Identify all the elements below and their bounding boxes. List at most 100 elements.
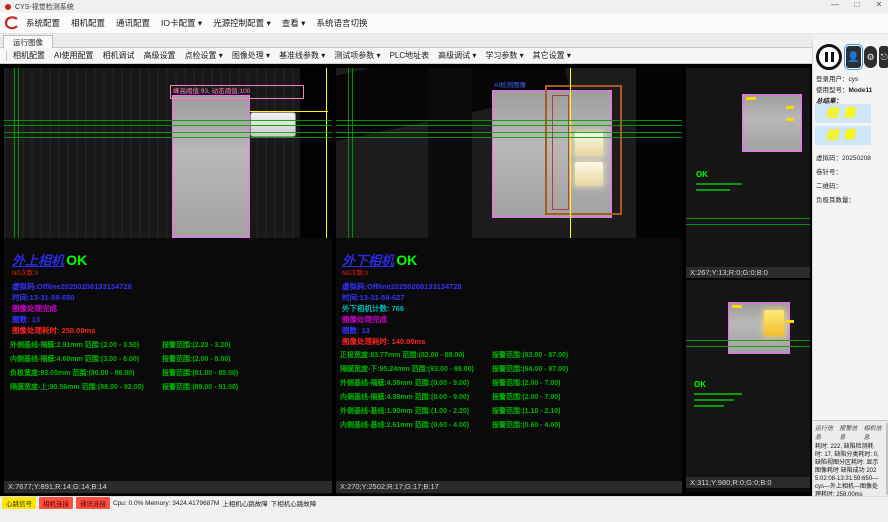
left-measurements: 外侧基线-隔膜:2.91mm 范围:(2.00 - 3.50) 报警范围:(2.2… xyxy=(10,340,330,396)
login-user-row: 登录用户：cys xyxy=(816,73,858,83)
left-ng-note: NG次数:0 xyxy=(12,268,87,277)
toolbar-baseline-params[interactable]: 基准线参数 ▾ xyxy=(279,50,325,61)
center-virtual-code: 虚拟码:Offline20250208133134728 xyxy=(342,281,462,292)
pause-button[interactable] xyxy=(816,44,842,70)
toolbar-spot-check-settings[interactable]: 点检设置 ▾ xyxy=(185,50,223,61)
tab-run-image[interactable]: 运行图像 xyxy=(3,35,53,49)
person-icon: 👤 xyxy=(847,52,859,63)
right-bottom-image[interactable]: OK xyxy=(686,280,810,477)
menu-item-io-config[interactable]: IO卡配置 ▾ xyxy=(161,17,202,29)
green-measure-line xyxy=(4,132,332,133)
green-guide-line xyxy=(18,68,19,238)
user-button[interactable]: 👤 xyxy=(846,46,861,68)
alarm-range: 报警范围:(1.10 - 2.10) xyxy=(492,406,560,416)
left-coordinate-readout: X:7677;Y:891;R:14;G:14;B:14 xyxy=(4,481,332,493)
statusbar: 心跳信号 相机连接 通讯连接 Cpu: 0.0% Memory: 3424.41… xyxy=(0,496,888,509)
measurement-text: 外侧基线-隔膜:4.38mm 范围:(0.00 - 9.00) xyxy=(340,380,469,387)
measurement-row: 内侧基线-基线:2.61mm 范围:(0.60 - 4.00)报警范围:(0.6… xyxy=(340,420,680,434)
toolbar: 相机配置 AI使用配置 相机调试 高级设置 点检设置 ▾ 图像处理 ▾ 基准线参… xyxy=(0,48,812,64)
left-process-done: 图像处理完成 xyxy=(12,303,57,314)
toolbar-test-item-params[interactable]: 测试项参数 ▾ xyxy=(334,50,380,61)
center-turn-count: 圈数: 13 xyxy=(342,325,370,336)
toolbar-learning-params[interactable]: 学习参数 ▾ xyxy=(485,50,523,61)
measurement-text: 内侧基线-基线:2.61mm 范围:(0.60 - 4.00) xyxy=(340,422,469,429)
info-tab-run[interactable]: 运行信息 xyxy=(815,423,835,441)
green-measure-line xyxy=(686,346,810,347)
measurement-text: 内侧基线-隔膜:4.38mm 范围:(0.00 - 9.00) xyxy=(340,394,469,401)
virtual-code-label: 虚拟码： xyxy=(816,155,842,162)
center-ok-status: OK xyxy=(396,252,417,268)
toolbar-image-processing[interactable]: 图像处理 ▾ xyxy=(232,50,270,61)
toolbar-camera-debug[interactable]: 相机调试 xyxy=(103,50,135,61)
virtual-code-row: 虚拟码：20250208 xyxy=(816,152,871,162)
left-camera-title: 外上相机 xyxy=(12,253,64,268)
mini-text-line xyxy=(696,183,742,185)
measurement-text: 外侧基线-隔膜:2.91mm 范围:(2.00 - 3.50) xyxy=(10,342,139,349)
right-bottom-status: OK xyxy=(694,380,742,407)
pin-number-label: 卷针号： xyxy=(816,169,842,176)
left-process-cost: 图像处理耗时: 258.00ms xyxy=(12,325,95,336)
info-tab-camera[interactable]: 相机信息 xyxy=(864,423,884,441)
menu-item-system-config[interactable]: 系统配置 xyxy=(26,17,60,29)
alarm-range: 报警范围:(2.20 - 3.20) xyxy=(162,340,230,350)
mini-text-line xyxy=(694,399,734,401)
edge-detect-region xyxy=(552,95,569,210)
brand-logo-icon xyxy=(4,15,20,31)
measurement-text: 隔膜宽度-上:90.56mm 范围:(88.00 - 92.00) xyxy=(10,384,144,391)
maximize-button[interactable]: □ xyxy=(850,0,864,9)
measurement-row: 内侧基线-隔膜:4.38mm 范围:(0.00 - 9.00)报警范围:(2.0… xyxy=(340,392,680,406)
toolbar-ai-usage-config[interactable]: AI使用配置 xyxy=(54,50,94,61)
menu-item-comm-config[interactable]: 通讯配置 xyxy=(116,17,150,29)
yellow-edge-line xyxy=(570,68,571,238)
minimize-button[interactable]: — xyxy=(828,0,842,9)
right-top-image[interactable]: OK xyxy=(686,68,810,267)
center-camera-image[interactable]: AI检测图像 xyxy=(336,68,682,238)
mini-text-line xyxy=(694,393,742,395)
exit-door-icon: ⎋ xyxy=(880,52,887,63)
top-camera-status-text: 上相机心跳故障 xyxy=(222,498,268,508)
toolbar-plc-address-table[interactable]: PLC地址表 xyxy=(390,50,430,61)
roi-threshold-box: 峰高阈值:93, 动态阈值:100 xyxy=(170,85,304,99)
right-top-coordinate-readout: X:267;Y:13;R:0;G:0;B:0 xyxy=(686,267,810,278)
result-box-top: 结果 xyxy=(815,104,871,123)
menu-item-view[interactable]: 查看 ▾ xyxy=(282,17,306,29)
metal-tab-highlight xyxy=(575,132,603,156)
left-result-block: 外上相机 OK NG次数:0 xyxy=(12,250,87,277)
bottom-camera-status-text: 下相机心跳故障 xyxy=(271,498,317,508)
right-top-view: OK X:267;Y:13;R:0;G:0;B:0 xyxy=(686,68,810,278)
menu-item-light-control-config[interactable]: 光源控制配置 ▾ xyxy=(213,17,271,29)
app-icon xyxy=(4,3,12,11)
green-measure-line xyxy=(686,340,810,341)
tabbar: 运行图像 xyxy=(0,34,812,48)
green-guide-line xyxy=(14,68,15,238)
switch-model-button[interactable]: ⚙ xyxy=(864,46,877,68)
green-measure-line xyxy=(686,224,810,225)
alarm-range: 报警范围:(2.00 - 7.00) xyxy=(492,378,560,388)
toolbar-camera-config[interactable]: 相机配置 xyxy=(13,50,45,61)
yellow-tab-highlight xyxy=(764,310,784,336)
toolbar-advanced-debug[interactable]: 高级调试 ▾ xyxy=(438,50,476,61)
green-measure-line xyxy=(336,132,682,133)
measurement-text: 内侧基线-隔膜:4.60mm 范围:(3.00 - 6.00) xyxy=(10,356,139,363)
pin-number-row: 卷针号： xyxy=(816,166,842,176)
toolbar-other-settings[interactable]: 其它设置 ▾ xyxy=(533,50,571,61)
menu-item-language-switch[interactable]: 系统语言切换 xyxy=(316,17,367,29)
left-time: 时间:13-31-59-650 xyxy=(12,292,75,303)
login-user-label: 登录用户： xyxy=(816,76,849,83)
machine-shadow xyxy=(300,68,332,238)
logout-button[interactable]: ⎋ xyxy=(879,46,888,68)
measurement-row: 隔膜宽度-上:90.56mm 范围:(88.00 - 92.00)报警范围:(8… xyxy=(10,382,330,396)
camera-connect-badge: 相机连接 xyxy=(39,497,73,509)
close-button[interactable]: ✕ xyxy=(872,0,886,9)
measurement-text: 外侧基线-基线:1.90mm 范围:(1.00 - 2.20) xyxy=(340,408,469,415)
alarm-range: 报警范围:(83.00 - 87.00) xyxy=(492,350,568,360)
green-measure-line xyxy=(686,218,810,219)
qr-code-row: 二维码： xyxy=(816,180,842,190)
info-tab-alarm[interactable]: 报警信息 xyxy=(839,423,859,441)
negative-tab-count-row: 负极耳数量： xyxy=(816,194,855,204)
left-camera-image[interactable]: 峰高阈值:93, 动态阈值:100 xyxy=(4,68,332,238)
toolbar-advanced-settings[interactable]: 高级设置 xyxy=(144,50,176,61)
center-frame-counter: 外下相机计数: 766 xyxy=(342,303,404,314)
pause-icon xyxy=(831,52,834,62)
menu-item-camera-config[interactable]: 相机配置 xyxy=(71,17,105,29)
